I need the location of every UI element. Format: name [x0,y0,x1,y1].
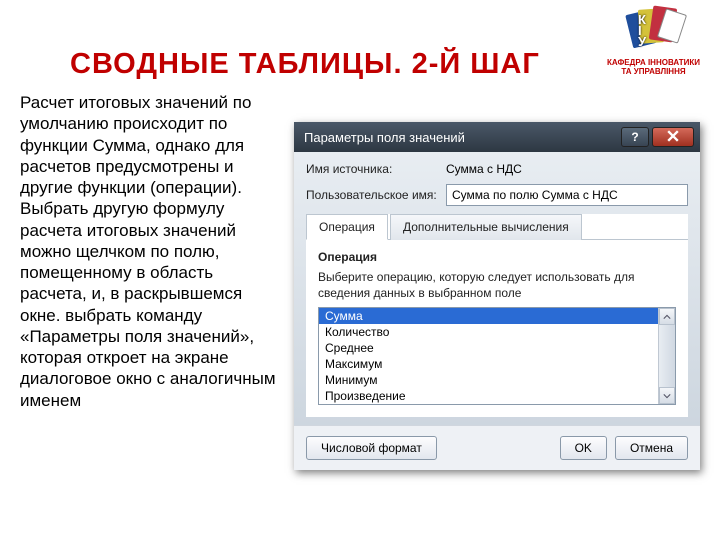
tabs: Операция Дополнительные вычисления [306,214,688,240]
scroll-down-button[interactable] [659,387,675,404]
logo-caption-1: КАФЕДРА ІННОВАТИКИ [601,58,706,67]
tab-operation[interactable]: Операция [306,214,388,240]
ok-button[interactable]: OK [560,436,607,460]
source-name-label: Имя источника: [306,162,446,176]
chevron-down-icon [663,389,671,403]
listbox-scrollbar[interactable] [658,308,675,404]
tab-panel-operation: Операция Выберите операцию, которую след… [306,240,688,417]
close-icon [667,130,679,145]
tab-additional-calc[interactable]: Дополнительные вычисления [390,214,582,240]
chevron-up-icon [663,310,671,324]
dialog-title: Параметры поля значений [304,130,618,145]
help-button[interactable]: ? [621,127,649,147]
slide-title: СВОДНЫЕ ТАБЛИЦЫ. 2-Й ШАГ [70,48,540,81]
dialog-footer: Числовой формат OK Отмена [294,425,700,470]
list-item[interactable]: Среднее [319,340,658,356]
value-field-settings-dialog: Параметры поля значений ? Имя источника:… [294,122,700,470]
panel-heading: Операция [318,250,676,264]
list-item[interactable]: Сумма [319,308,658,324]
list-item[interactable]: Максимум [319,356,658,372]
slide-body-text: Расчет итоговых значений по умолчанию пр… [20,92,280,411]
custom-name-label: Пользовательское имя: [306,188,446,202]
custom-name-input[interactable] [446,184,688,206]
operation-listbox[interactable]: Сумма Количество Среднее Максимум Миниму… [318,307,676,405]
list-item[interactable]: Минимум [319,372,658,388]
close-button[interactable] [652,127,694,147]
logo-letters: К І У [638,14,646,47]
cancel-button[interactable]: Отмена [615,436,688,460]
number-format-button[interactable]: Числовой формат [306,436,437,460]
logo-caption-2: ТА УПРАВЛІННЯ [601,67,706,76]
list-item[interactable]: Количество [319,324,658,340]
list-item[interactable]: Произведение [319,388,658,404]
dialog-titlebar[interactable]: Параметры поля значений ? [294,122,700,152]
dept-logo: К І У КАФЕДРА ІННОВАТИКИ ТА УПРАВЛІННЯ [601,6,706,71]
panel-caption: Выберите операцию, которую следует испол… [318,270,676,301]
scroll-up-button[interactable] [659,308,675,325]
source-name-value: Сумма с НДС [446,162,522,176]
